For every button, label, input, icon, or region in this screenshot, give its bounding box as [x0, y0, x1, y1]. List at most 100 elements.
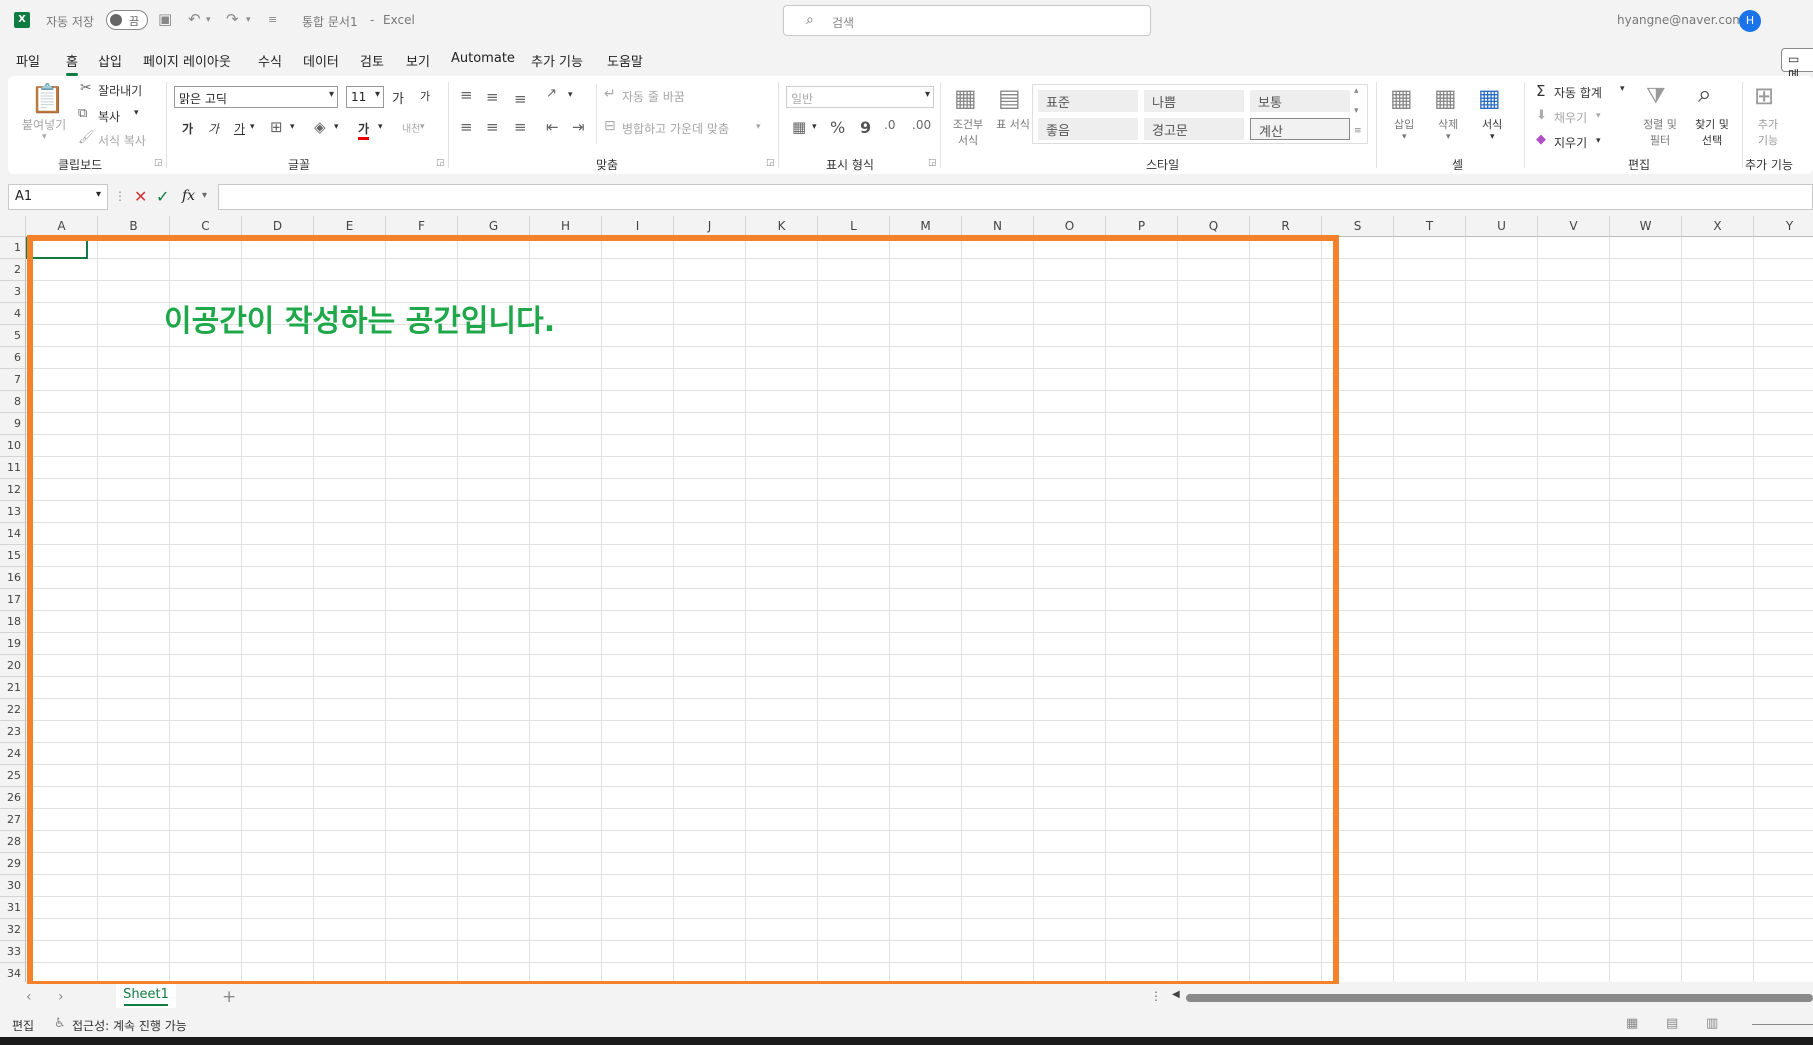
format-painter-button[interactable]: 서식 복사: [98, 132, 146, 149]
row-header[interactable]: 17: [0, 589, 26, 611]
insert-dropdown-icon[interactable]: ▾: [1402, 132, 1407, 142]
column-header[interactable]: S: [1322, 216, 1394, 237]
accounting-format-icon[interactable]: ▦: [792, 118, 806, 136]
align-left-icon[interactable]: ≡: [460, 118, 473, 136]
cut-icon[interactable]: ✂: [80, 80, 92, 96]
conditional-formatting-button[interactable]: 조건부 서식: [948, 116, 988, 148]
bold-button[interactable]: 가: [182, 120, 193, 137]
add-sheet-icon[interactable]: +: [222, 987, 236, 1007]
phonetic-dropdown-icon[interactable]: ▾: [420, 122, 425, 132]
align-right-icon[interactable]: ≡: [514, 118, 527, 136]
column-header[interactable]: C: [170, 216, 242, 237]
format-painter-icon[interactable]: 🖌: [78, 130, 95, 145]
style-normal[interactable]: 표준: [1038, 90, 1138, 112]
accounting-dropdown-icon[interactable]: ▾: [812, 122, 817, 132]
enter-icon[interactable]: ✓: [156, 187, 169, 206]
merge-center-button[interactable]: 병합하고 가운데 맞춤: [622, 120, 729, 137]
column-header[interactable]: M: [890, 216, 962, 237]
alignment-launcher-icon[interactable]: ◲: [766, 158, 775, 168]
autosum-button[interactable]: 자동 합계: [1554, 84, 1602, 101]
font-name-combo[interactable]: 맑은 고딕 ▾: [174, 86, 338, 108]
save-icon[interactable]: ▣: [158, 10, 172, 28]
column-header[interactable]: Y: [1754, 216, 1813, 237]
fill-color-icon[interactable]: ◈: [314, 118, 326, 136]
italic-button[interactable]: 가: [208, 120, 219, 137]
row-header[interactable]: 32: [0, 919, 26, 941]
column-header[interactable]: B: [98, 216, 170, 237]
undo-dropdown-icon[interactable]: ▾: [206, 15, 211, 25]
row-header[interactable]: 13: [0, 501, 26, 523]
column-header[interactable]: J: [674, 216, 746, 237]
find-select-button[interactable]: 찾기 및 선택: [1690, 116, 1734, 148]
column-header[interactable]: N: [962, 216, 1034, 237]
shrink-font-button[interactable]: 가: [420, 88, 430, 104]
name-box[interactable]: A1 ▾: [8, 184, 108, 210]
tab-help[interactable]: 도움말: [607, 51, 643, 70]
autosum-icon[interactable]: Σ: [1536, 82, 1545, 100]
column-header[interactable]: F: [386, 216, 458, 237]
search-box[interactable]: ⌕ 검색: [783, 5, 1151, 36]
normal-view-icon[interactable]: ▦: [1626, 1016, 1638, 1031]
merge-center-icon[interactable]: ⊟: [604, 118, 616, 134]
decrease-indent-icon[interactable]: ⇤: [546, 118, 559, 136]
align-bottom-icon[interactable]: ≡: [514, 90, 527, 108]
orientation-icon[interactable]: ↗: [546, 86, 557, 101]
borders-dropdown-icon[interactable]: ▾: [290, 122, 295, 132]
row-header[interactable]: 29: [0, 853, 26, 875]
font-color-dropdown-icon[interactable]: ▾: [378, 122, 383, 132]
row-header[interactable]: 26: [0, 787, 26, 809]
row-header[interactable]: 21: [0, 677, 26, 699]
row-header[interactable]: 1: [0, 237, 26, 259]
row-header[interactable]: 34: [0, 963, 26, 982]
increase-indent-icon[interactable]: ⇥: [572, 118, 585, 136]
cut-button[interactable]: 잘라내기: [98, 82, 142, 99]
chevron-right-icon[interactable]: ›: [58, 989, 64, 1005]
row-header[interactable]: 18: [0, 611, 26, 633]
horizontal-scrollbar[interactable]: [1186, 994, 1813, 1002]
row-header[interactable]: 8: [0, 391, 26, 413]
tab-review[interactable]: 검토: [360, 51, 384, 70]
column-header[interactable]: G: [458, 216, 530, 237]
format-dropdown-icon[interactable]: ▾: [1490, 132, 1495, 142]
sort-filter-icon[interactable]: ⧩: [1646, 84, 1666, 109]
row-header[interactable]: 2: [0, 259, 26, 281]
tab-insert[interactable]: 삽입: [98, 51, 122, 70]
gallery-more-icon[interactable]: ≡: [1354, 126, 1362, 136]
row-header[interactable]: 6: [0, 347, 26, 369]
column-header[interactable]: H: [530, 216, 602, 237]
align-top-icon[interactable]: ≡: [460, 86, 473, 104]
fill-dropdown-icon[interactable]: ▾: [1596, 111, 1601, 121]
row-header[interactable]: 14: [0, 523, 26, 545]
redo-icon[interactable]: ↷: [226, 10, 239, 28]
row-header[interactable]: 19: [0, 633, 26, 655]
tab-formulas[interactable]: 수식: [258, 51, 282, 70]
clear-dropdown-icon[interactable]: ▾: [1596, 136, 1601, 146]
delete-cells-button[interactable]: 삭제: [1438, 116, 1458, 132]
column-header[interactable]: P: [1106, 216, 1178, 237]
row-header[interactable]: 23: [0, 721, 26, 743]
active-cell-a1[interactable]: [26, 237, 88, 259]
column-header[interactable]: L: [818, 216, 890, 237]
font-launcher-icon[interactable]: ◲: [436, 158, 445, 168]
phonetic-button[interactable]: 내천: [402, 120, 420, 135]
row-header[interactable]: 10: [0, 435, 26, 457]
row-header[interactable]: 24: [0, 743, 26, 765]
increase-decimal-icon[interactable]: .0: [884, 118, 895, 132]
number-format-combo[interactable]: 일반 ▾: [786, 86, 934, 108]
eraser-icon[interactable]: ◆: [1536, 132, 1546, 147]
undo-icon[interactable]: ↶: [188, 10, 201, 28]
row-header[interactable]: 7: [0, 369, 26, 391]
row-header[interactable]: 16: [0, 567, 26, 589]
tab-data[interactable]: 데이터: [303, 51, 339, 70]
autosave-toggle[interactable]: 끔: [106, 10, 148, 30]
customize-qat-icon[interactable]: ≡: [268, 13, 277, 26]
row-header[interactable]: 27: [0, 809, 26, 831]
column-header[interactable]: W: [1610, 216, 1682, 237]
underline-dropdown-icon[interactable]: ▾: [250, 122, 255, 132]
wrap-text-button[interactable]: 자동 줄 바꿈: [622, 88, 685, 105]
column-header[interactable]: U: [1466, 216, 1538, 237]
style-neutral[interactable]: 보통: [1250, 90, 1350, 112]
zoom-slider[interactable]: [1752, 1024, 1813, 1025]
fill-button[interactable]: 채우기: [1554, 109, 1587, 126]
row-header[interactable]: 25: [0, 765, 26, 787]
